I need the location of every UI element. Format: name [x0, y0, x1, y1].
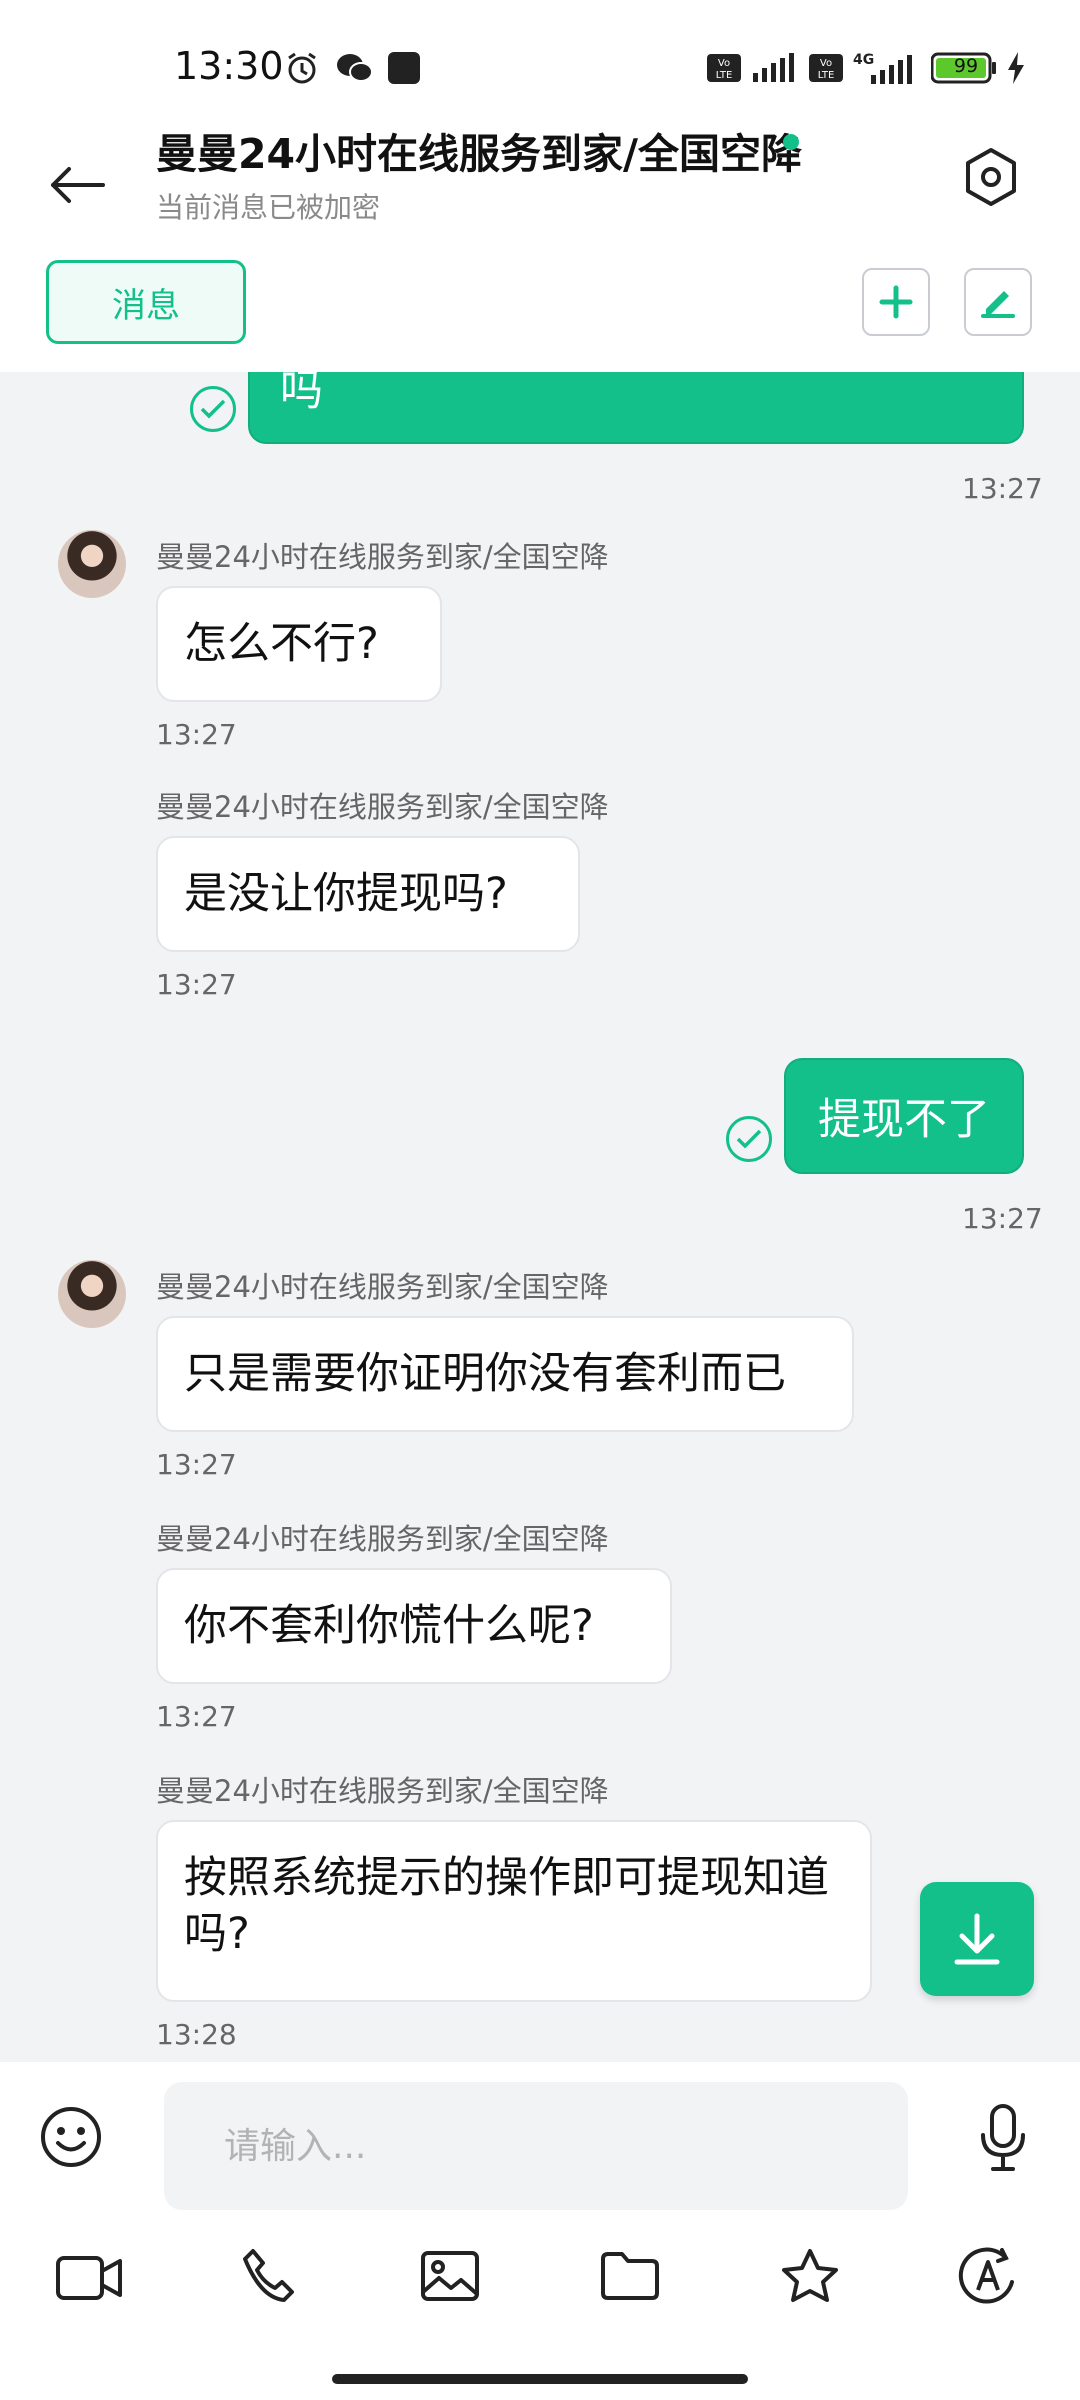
svg-text:LTE: LTE — [818, 70, 835, 81]
message-text: 你不套利你慌什么呢? — [184, 1601, 594, 1651]
incoming-message-bubble[interactable]: 你不套利你慌什么呢? — [156, 1568, 672, 1684]
microphone-icon — [981, 2104, 1025, 2171]
message-text: 是没让你提现吗? — [184, 869, 508, 919]
folder-icon — [601, 2252, 659, 2300]
avatar[interactable] — [58, 530, 126, 598]
volte-icon: Vo LTE — [704, 50, 744, 86]
outgoing-message-bubble[interactable]: 提现不了 — [784, 1058, 1024, 1174]
message-text: 只是需要你证明你没有套利而已 — [184, 1349, 786, 1399]
message-list[interactable]: 吗 13:27 曼曼24小时在线服务到家/全国空降 怎么不行? 13:27 曼曼… — [0, 372, 1080, 2062]
plus-icon — [879, 285, 913, 319]
message-text: 提现不了 — [818, 1095, 990, 1145]
message-time: 13:27 — [962, 1202, 1043, 1235]
avatar[interactable] — [58, 1260, 126, 1328]
message-text: 吗 — [280, 372, 323, 416]
message-text: 怎么不行? — [184, 619, 379, 669]
phone-icon — [243, 2249, 294, 2302]
alarm-icon — [284, 50, 320, 86]
back-button[interactable] — [42, 140, 112, 230]
add-button[interactable] — [862, 268, 930, 336]
status-bar: 13:30 Vo LTE Vo LTE 4G 99 — [0, 0, 1080, 120]
composer — [0, 2062, 1080, 2400]
online-status-dot — [783, 134, 799, 150]
read-check-icon — [190, 386, 236, 432]
incoming-message-bubble[interactable]: 是没让你提现吗? — [156, 836, 580, 952]
message-time: 13:27 — [962, 472, 1043, 505]
wechat-icon — [334, 50, 374, 86]
outgoing-message-bubble[interactable]: 吗 — [248, 372, 1024, 444]
voice-button[interactable] — [968, 2098, 1038, 2178]
translate-button[interactable] — [956, 2244, 1020, 2308]
battery-level: 99 — [953, 55, 979, 77]
svg-text:4G: 4G — [853, 52, 874, 68]
message-time: 13:27 — [156, 1448, 237, 1481]
chat-title[interactable]: 曼曼24小时在线服务到家/全国空降 — [156, 120, 802, 180]
read-check-icon — [726, 1116, 772, 1162]
sender-name: 曼曼24小时在线服务到家/全国空降 — [156, 1522, 609, 1556]
video-camera-icon — [56, 2256, 122, 2300]
pencil-icon — [981, 291, 1015, 318]
voice-call-button[interactable] — [238, 2244, 298, 2308]
signal-4g-icon: 4G — [852, 50, 916, 86]
image-icon — [421, 2251, 479, 2301]
download-arrow-icon — [954, 1913, 1000, 1965]
emoji-button[interactable] — [36, 2102, 106, 2172]
volte-icon-2: Vo LTE — [806, 50, 846, 86]
tab-messages[interactable]: 消息 — [46, 260, 246, 344]
charging-icon — [1004, 50, 1028, 86]
incoming-message-bubble[interactable]: 只是需要你证明你没有套利而已 — [156, 1316, 854, 1432]
encryption-notice: 当前消息已被加密 — [156, 191, 381, 224]
settings-button[interactable] — [956, 132, 1026, 222]
incoming-message-bubble[interactable]: 怎么不行? — [156, 586, 442, 702]
sender-name: 曼曼24小时在线服务到家/全国空降 — [156, 1270, 609, 1304]
message-time: 13:27 — [156, 968, 237, 1001]
signal-icon — [750, 50, 798, 86]
chat-header: 曼曼24小时在线服务到家/全国空降 当前消息已被加密 消息 — [0, 120, 1080, 372]
sender-name: 曼曼24小时在线服务到家/全国空降 — [156, 790, 609, 824]
star-icon — [782, 2249, 838, 2302]
favorite-button[interactable] — [778, 2244, 842, 2308]
hexagon-settings-icon — [966, 148, 1016, 206]
home-indicator[interactable] — [332, 2374, 748, 2384]
sender-name: 曼曼24小时在线服务到家/全国空降 — [156, 1774, 609, 1808]
message-text: 按照系统提示的操作即可提现知道吗? — [184, 1853, 829, 1959]
status-time: 13:30 — [174, 44, 284, 88]
emoji-icon — [41, 2107, 101, 2167]
message-time: 13:27 — [156, 1700, 237, 1733]
incoming-message-bubble[interactable]: 按照系统提示的操作即可提现知道吗? — [156, 1820, 872, 2002]
translate-icon — [958, 2247, 1014, 2304]
svg-text:Vo: Vo — [820, 58, 832, 69]
file-button[interactable] — [598, 2246, 662, 2306]
svg-text:LTE: LTE — [716, 70, 733, 81]
message-time: 13:28 — [156, 2018, 237, 2051]
message-time: 13:27 — [156, 718, 237, 751]
app-icon — [386, 50, 422, 86]
scroll-to-bottom-button[interactable] — [920, 1882, 1034, 1996]
svg-text:Vo: Vo — [718, 58, 730, 69]
image-button[interactable] — [418, 2246, 482, 2306]
video-call-button[interactable] — [54, 2248, 126, 2308]
sender-name: 曼曼24小时在线服务到家/全国空降 — [156, 540, 609, 574]
message-input[interactable] — [164, 2082, 908, 2210]
edit-button[interactable] — [964, 268, 1032, 336]
